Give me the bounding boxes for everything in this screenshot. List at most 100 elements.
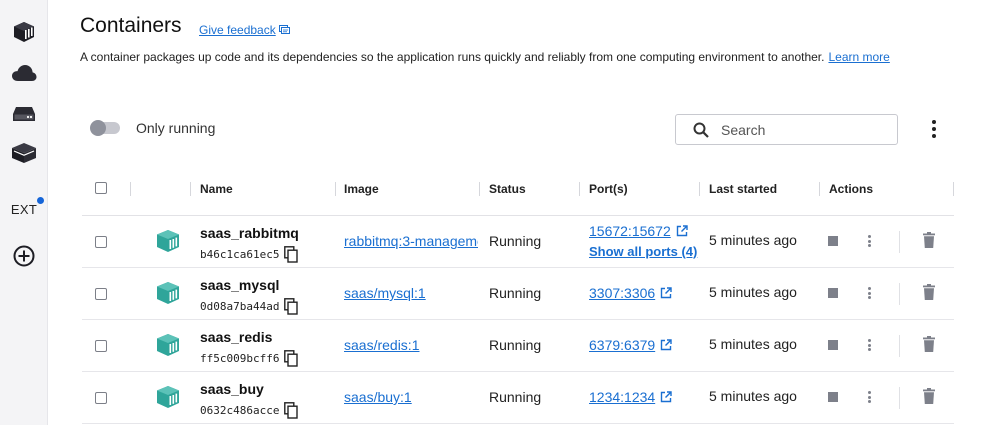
column-divider <box>479 182 480 196</box>
container-id-text: b46c1ca61ec5 <box>200 248 280 261</box>
container-name[interactable]: saas_rabbitmq <box>200 225 299 241</box>
sidebar-item-volumes[interactable] <box>0 96 48 132</box>
port-text: 3307:3306 <box>589 285 656 301</box>
port-text: 6379:6379 <box>589 337 656 353</box>
container-image-link[interactable]: saas/mysql:1 <box>344 285 478 301</box>
container-status: Running <box>489 285 542 301</box>
select-all-checkbox[interactable] <box>95 182 107 194</box>
search-icon <box>693 122 709 138</box>
give-feedback-link[interactable]: Give feedback <box>199 23 290 37</box>
port-text: 15672:15672 <box>589 223 671 239</box>
stop-icon[interactable] <box>828 236 838 246</box>
container-port-link[interactable]: 1234:1234 <box>589 389 672 405</box>
copy-icon[interactable] <box>284 402 299 419</box>
main-content: Containers Give feedback A container pac… <box>48 0 994 425</box>
more-options-icon[interactable] <box>924 119 944 139</box>
container-icon <box>157 230 179 252</box>
search-box[interactable] <box>675 114 898 145</box>
external-link-icon <box>676 225 688 237</box>
learn-more-link[interactable]: Learn more <box>828 50 889 64</box>
column-divider <box>190 182 191 196</box>
row-checkbox[interactable] <box>95 236 107 248</box>
container-name[interactable]: saas_mysql <box>200 277 279 293</box>
container-image-link[interactable]: saas/buy:1 <box>344 389 478 405</box>
column-header-status[interactable]: Status <box>489 182 526 196</box>
stop-icon[interactable] <box>828 392 838 402</box>
column-header-actions: Actions <box>829 182 874 196</box>
row-checkbox[interactable] <box>95 392 107 404</box>
volumes-icon <box>13 107 35 121</box>
sidebar-item-dev-environments[interactable] <box>0 135 48 171</box>
stop-icon[interactable] <box>828 288 838 298</box>
toggle-knob <box>90 120 106 136</box>
copy-icon[interactable] <box>284 298 299 315</box>
show-all-ports-link[interactable]: Show all ports (4) <box>589 244 697 259</box>
page-description: A container packages up code and its dep… <box>80 50 890 64</box>
last-started: 5 minutes ago <box>709 232 797 248</box>
feedback-icon <box>278 25 290 34</box>
sidebar-item-add-extension[interactable] <box>0 238 48 274</box>
delete-icon[interactable] <box>923 232 935 248</box>
column-divider <box>819 182 820 196</box>
table-row[interactable]: saas_mysql 0d08a7ba44ad saas/mysql:1 Run… <box>82 268 954 320</box>
table-row[interactable]: saas_redis ff5c009bcff6 saas/redis:1 Run… <box>82 320 954 372</box>
ext-label-text: EXT <box>10 201 38 217</box>
port-text: 1234:1234 <box>589 389 656 405</box>
container-image-link[interactable]: saas/redis:1 <box>344 337 478 353</box>
column-header-name[interactable]: Name <box>200 182 233 196</box>
add-extension-icon <box>13 245 35 267</box>
container-name[interactable]: saas_buy <box>200 381 264 397</box>
give-feedback-label: Give feedback <box>199 23 276 37</box>
actions-divider <box>899 335 900 357</box>
container-image-link[interactable]: rabbitmq:3-management <box>344 233 478 249</box>
delete-icon[interactable] <box>923 336 935 352</box>
container-icon <box>157 334 179 356</box>
actions-divider <box>899 231 900 253</box>
delete-icon[interactable] <box>923 284 935 300</box>
container-id: ff5c009bcff6 <box>200 350 299 367</box>
column-header-image[interactable]: Image <box>344 182 379 196</box>
row-checkbox[interactable] <box>95 340 107 352</box>
container-port-link[interactable]: 6379:6379 <box>589 337 672 353</box>
column-header-ports[interactable]: Port(s) <box>589 182 628 196</box>
container-status: Running <box>489 233 542 249</box>
column-divider <box>699 182 700 196</box>
container-port-link[interactable]: 15672:15672 <box>589 223 688 239</box>
column-divider <box>335 182 336 196</box>
container-id: 0632c486acce <box>200 402 299 419</box>
row-checkbox[interactable] <box>95 288 107 300</box>
only-running-label: Only running <box>136 120 216 136</box>
sidebar-item-cloud[interactable] <box>0 55 48 91</box>
table-row[interactable]: saas_rabbitmq b46c1ca61ec5 rabbitmq:3-ma… <box>82 216 954 268</box>
sidebar: EXT <box>0 0 48 425</box>
copy-icon[interactable] <box>284 246 299 263</box>
table-row[interactable]: saas_buy 0632c486acce saas/buy:1 Running… <box>82 372 954 424</box>
ext-notification-dot <box>37 196 45 204</box>
copy-icon[interactable] <box>284 350 299 367</box>
search-input[interactable] <box>721 121 881 138</box>
delete-icon[interactable] <box>923 388 935 404</box>
only-running-toggle[interactable] <box>90 120 120 136</box>
external-link-icon <box>660 287 672 299</box>
row-more-icon[interactable] <box>866 233 872 249</box>
description-text: A container packages up code and its dep… <box>80 50 825 64</box>
row-more-icon[interactable] <box>866 285 872 301</box>
row-more-icon[interactable] <box>866 337 872 353</box>
container-name[interactable]: saas_redis <box>200 329 272 345</box>
stop-icon[interactable] <box>828 340 838 350</box>
container-icon <box>157 386 179 408</box>
container-id: b46c1ca61ec5 <box>200 246 299 263</box>
container-status: Running <box>489 337 542 353</box>
actions-divider <box>899 283 900 305</box>
column-header-last-started[interactable]: Last started <box>709 182 777 196</box>
dev-environments-icon <box>12 143 36 163</box>
table-header: Name Image Status Port(s) Last started A… <box>82 170 954 216</box>
sidebar-item-containers[interactable] <box>0 14 48 50</box>
containers-icon <box>14 22 34 42</box>
container-port-link[interactable]: 3307:3306 <box>589 285 672 301</box>
sidebar-item-extensions[interactable]: EXT <box>0 191 48 227</box>
last-started: 5 minutes ago <box>709 284 797 300</box>
last-started: 5 minutes ago <box>709 388 797 404</box>
containers-table: Name Image Status Port(s) Last started A… <box>82 170 954 424</box>
row-more-icon[interactable] <box>866 389 872 405</box>
